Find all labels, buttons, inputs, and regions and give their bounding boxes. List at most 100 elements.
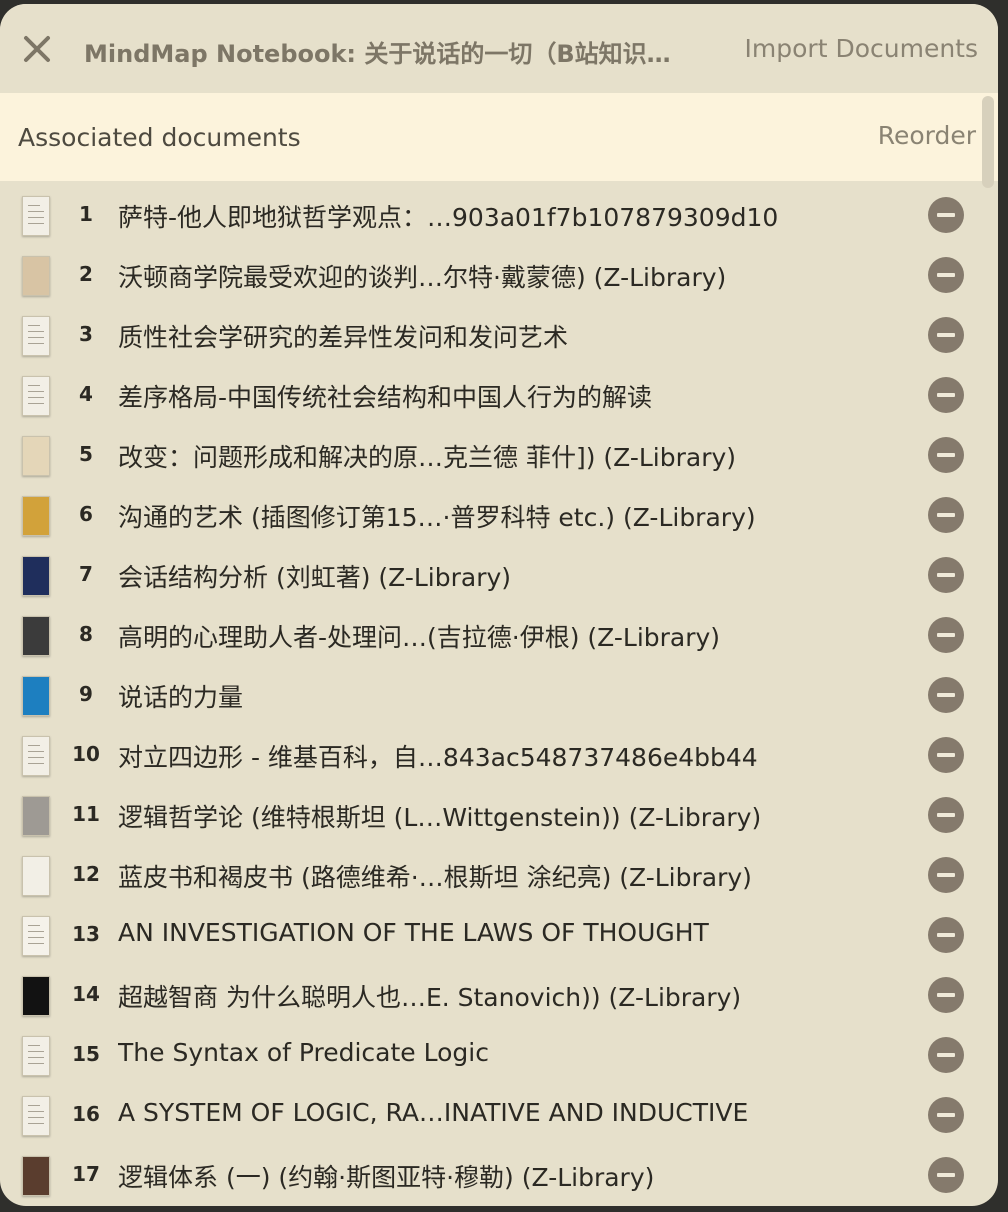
remove-document-icon[interactable] <box>928 197 964 233</box>
thumbnail-line <box>28 343 44 344</box>
document-number: 10 <box>72 742 100 766</box>
thumbnail-line <box>28 925 40 926</box>
remove-document-icon[interactable] <box>928 557 964 593</box>
document-row[interactable]: 13 AN INVESTIGATION OF THE LAWS OF THOUGH… <box>0 904 998 964</box>
document-page-icon <box>22 736 50 776</box>
thumbnail-line <box>28 931 44 932</box>
document-number: 8 <box>79 622 93 646</box>
thumbnail-line <box>28 385 40 386</box>
document-title: The Syntax of Predicate Logic <box>118 1038 489 1067</box>
document-row[interactable]: 2 沃顿商学院最受欢迎的谈判…尔特·戴蒙德) (Z-Library) <box>0 244 998 304</box>
book-cover-icon <box>22 436 50 476</box>
thumbnail-line <box>28 217 44 218</box>
document-title: 说话的力量 <box>118 683 244 712</box>
book-cover-icon <box>22 676 50 716</box>
document-row[interactable]: 3 质性社会学研究的差异性发问和发问艺术 <box>0 304 998 364</box>
document-row[interactable]: 15 The Syntax of Predicate Logic <box>0 1024 998 1084</box>
document-row[interactable]: 8 高明的心理助人者-处理问…(吉拉德·伊根) (Z-Library) <box>0 604 998 664</box>
remove-document-icon[interactable] <box>928 857 964 893</box>
document-page-icon <box>22 1096 50 1136</box>
remove-document-icon[interactable] <box>928 797 964 833</box>
page-title: MindMap Notebook: 关于说话的一切（B站知识… <box>84 40 671 68</box>
remove-document-icon[interactable] <box>928 677 964 713</box>
book-cover-icon <box>22 1156 50 1196</box>
reorder-button[interactable]: Reorder <box>878 121 976 150</box>
thumbnail-line <box>28 745 40 746</box>
document-title: 沃顿商学院最受欢迎的谈判…尔特·戴蒙德) (Z-Library) <box>118 263 727 292</box>
document-page-icon <box>22 316 50 356</box>
remove-document-icon[interactable] <box>928 317 964 353</box>
associated-documents-title: Associated documents <box>18 123 301 152</box>
remove-document-icon[interactable] <box>928 257 964 293</box>
document-row[interactable]: 12 蓝皮书和褐皮书 (路德维希·…根斯坦 涂纪亮) (Z-Library) <box>0 844 998 904</box>
remove-document-icon[interactable] <box>928 737 964 773</box>
thumbnail-line <box>28 751 44 752</box>
close-icon <box>24 36 50 62</box>
document-title: 蓝皮书和褐皮书 (路德维希·…根斯坦 涂纪亮) (Z-Library) <box>118 863 752 892</box>
document-title: 改变：问题形成和解决的原…克兰德 菲什]) (Z-Library) <box>118 443 737 472</box>
document-page-icon <box>22 916 50 956</box>
remove-document-icon[interactable] <box>928 497 964 533</box>
associated-documents-bar: Associated documents Reorder <box>0 93 998 181</box>
thumbnail-line <box>28 1045 40 1046</box>
thumbnail-line <box>28 757 44 758</box>
document-row[interactable]: 14 超越智商 为什么聪明人也…E. Stanovich)) (Z-Library… <box>0 964 998 1024</box>
document-row[interactable]: 16 A SYSTEM OF LOGIC, RA…INATIVE AND INDU… <box>0 1084 998 1144</box>
remove-document-icon[interactable] <box>928 1097 964 1133</box>
remove-document-icon[interactable] <box>928 617 964 653</box>
remove-document-icon[interactable] <box>928 1157 964 1193</box>
document-number: 3 <box>79 322 93 346</box>
thumbnail-line <box>28 1123 44 1124</box>
remove-document-icon[interactable] <box>928 1037 964 1073</box>
document-row[interactable]: 1 萨特-他人即地狱哲学观点：…903a01f7b107879309d10 <box>0 184 998 244</box>
document-title: 沟通的艺术 (插图修订第15…·普罗科特 etc.) (Z-Library) <box>118 503 756 532</box>
thumbnail-line <box>28 1063 44 1064</box>
document-title: 高明的心理助人者-处理问…(吉拉德·伊根) (Z-Library) <box>118 623 721 652</box>
document-row[interactable]: 6 沟通的艺术 (插图修订第15…·普罗科特 etc.) (Z-Library) <box>0 484 998 544</box>
book-cover-icon <box>22 976 50 1016</box>
book-cover-icon <box>22 856 50 896</box>
book-cover-icon <box>22 556 50 596</box>
remove-document-icon[interactable] <box>928 977 964 1013</box>
document-page-icon <box>22 196 50 236</box>
thumbnail-line <box>28 1111 44 1112</box>
panel-header: MindMap Notebook: 关于说话的一切（B站知识… Import D… <box>0 4 998 92</box>
import-documents-button[interactable]: Import Documents <box>745 34 978 63</box>
document-row[interactable]: 5 改变：问题形成和解决的原…克兰德 菲什]) (Z-Library) <box>0 424 998 484</box>
thumbnail-line <box>28 337 44 338</box>
document-number: 12 <box>72 862 100 886</box>
thumbnail-line <box>28 1057 44 1058</box>
scrollbar-thumb[interactable] <box>982 96 994 188</box>
document-row[interactable]: 7 会话结构分析 (刘虹著) (Z-Library) <box>0 544 998 604</box>
document-row[interactable]: 9 说话的力量 <box>0 664 998 724</box>
document-title: 差序格局-中国传统社会结构和中国人行为的解读 <box>118 383 653 412</box>
book-cover-icon <box>22 796 50 836</box>
document-title: 对立四边形 - 维基百科，自…843ac548737486e4bb44 <box>118 743 758 772</box>
remove-document-icon[interactable] <box>928 377 964 413</box>
remove-document-icon[interactable] <box>928 917 964 953</box>
document-number: 2 <box>79 262 93 286</box>
close-button[interactable] <box>18 30 56 68</box>
document-number: 9 <box>79 682 93 706</box>
document-number: 17 <box>72 1162 100 1186</box>
document-page-icon <box>22 376 50 416</box>
document-number: 4 <box>79 382 93 406</box>
document-row[interactable]: 11 逻辑哲学论 (维特根斯坦 (L…Wittgenstein)) (Z-Libr… <box>0 784 998 844</box>
document-row[interactable]: 4 差序格局-中国传统社会结构和中国人行为的解读 <box>0 364 998 424</box>
document-row[interactable]: 10 对立四边形 - 维基百科，自…843ac548737486e4bb44 <box>0 724 998 784</box>
document-number: 1 <box>79 202 93 226</box>
document-page-icon <box>22 1036 50 1076</box>
thumbnail-line <box>28 397 44 398</box>
book-cover-icon <box>22 616 50 656</box>
document-list: 1 萨特-他人即地狱哲学观点：…903a01f7b107879309d10 2 沃顿商… <box>0 184 998 1204</box>
thumbnail-line <box>28 1051 44 1052</box>
remove-document-icon[interactable] <box>928 437 964 473</box>
document-title: 超越智商 为什么聪明人也…E. Stanovich)) (Z-Library) <box>118 983 742 1012</box>
document-number: 5 <box>79 442 93 466</box>
document-title: 质性社会学研究的差异性发问和发问艺术 <box>118 323 569 352</box>
document-row[interactable]: 17 逻辑体系 (一) (约翰·斯图亚特·穆勒) (Z-Library) <box>0 1144 998 1204</box>
document-number: 16 <box>72 1102 100 1126</box>
document-number: 7 <box>79 562 93 586</box>
document-title: 逻辑哲学论 (维特根斯坦 (L…Wittgenstein)) (Z-Librar… <box>118 803 762 832</box>
document-title: A SYSTEM OF LOGIC, RA…INATIVE AND INDUCT… <box>118 1098 749 1127</box>
